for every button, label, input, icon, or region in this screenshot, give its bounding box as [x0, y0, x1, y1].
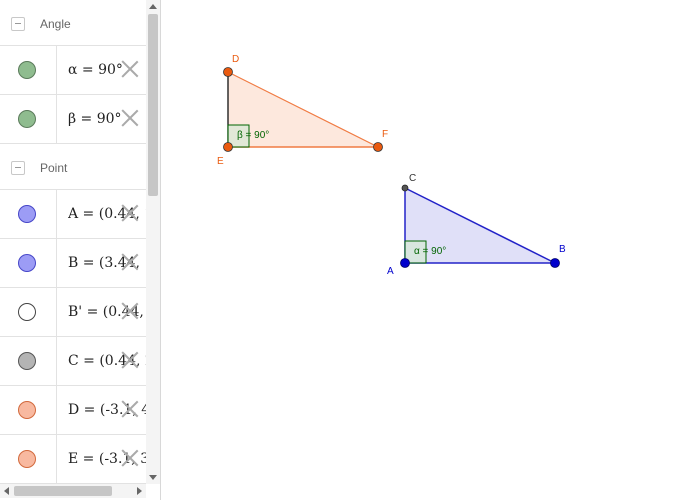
- visibility-marble-icon[interactable]: [18, 303, 36, 321]
- angle-label-alpha: α = 90°: [414, 246, 446, 257]
- scroll-up-icon[interactable]: [149, 4, 157, 9]
- point-f[interactable]: [373, 142, 383, 152]
- point-e[interactable]: [223, 142, 233, 152]
- vertical-scrollbar[interactable]: [146, 0, 160, 484]
- marble-cell: [0, 386, 57, 434]
- algebra-row-D[interactable]: D = (-3.1, 4.: [0, 386, 146, 435]
- marble-cell: [0, 435, 57, 483]
- marble-cell: [0, 288, 57, 336]
- point-c[interactable]: [401, 184, 409, 192]
- label-c: C: [409, 173, 416, 184]
- graphics-view[interactable]: β = 90° D E F α = 90° C A B: [161, 0, 700, 500]
- collapse-icon[interactable]: [11, 17, 25, 31]
- visibility-marble-icon[interactable]: [18, 61, 36, 79]
- marble-cell: [0, 239, 57, 287]
- visibility-marble-icon[interactable]: [18, 450, 36, 468]
- visibility-marble-icon[interactable]: [18, 205, 36, 223]
- delete-icon[interactable]: [121, 60, 139, 78]
- visibility-marble-icon[interactable]: [18, 110, 36, 128]
- delete-icon[interactable]: [121, 204, 139, 222]
- scroll-left-icon[interactable]: [4, 487, 9, 495]
- algebra-row-B[interactable]: B = (3.44, 1: [0, 239, 146, 288]
- triangle-def[interactable]: β = 90° D E F: [217, 54, 388, 167]
- delete-icon[interactable]: [121, 400, 139, 418]
- point-d[interactable]: [223, 67, 233, 77]
- algebra-row-alpha[interactable]: α = 90°: [0, 46, 146, 95]
- scroll-down-icon[interactable]: [149, 475, 157, 480]
- horizontal-scrollbar[interactable]: [0, 484, 146, 498]
- delete-icon[interactable]: [121, 109, 139, 127]
- group-title: Point: [40, 161, 68, 175]
- marble-cell: [0, 190, 57, 238]
- point-b[interactable]: [550, 258, 560, 268]
- delete-icon[interactable]: [121, 253, 139, 271]
- algebra-row-C[interactable]: C = (0.44, 2.: [0, 337, 146, 386]
- algebra-row-E[interactable]: E = (-3.1, 3.: [0, 435, 146, 484]
- delete-icon[interactable]: [121, 449, 139, 467]
- delete-icon[interactable]: [121, 351, 139, 369]
- algebra-row-beta[interactable]: β = 90°: [0, 95, 146, 144]
- marble-cell: [0, 46, 57, 94]
- algebra-rows: Angle α = 90° β = 90° Point A = (0.44, 1: [0, 0, 146, 484]
- collapse-icon[interactable]: [11, 161, 25, 175]
- group-header-angle[interactable]: Angle: [0, 0, 146, 46]
- algebra-row-A[interactable]: A = (0.44, 1: [0, 190, 146, 239]
- marble-cell: [0, 95, 57, 143]
- label-f: F: [382, 129, 388, 140]
- label-b: B: [559, 244, 566, 255]
- label-d: D: [232, 54, 239, 65]
- delete-icon[interactable]: [121, 302, 139, 320]
- scroll-right-icon[interactable]: [137, 487, 142, 495]
- scrollbar-thumb[interactable]: [148, 14, 158, 196]
- graphics-canvas[interactable]: β = 90° D E F α = 90° C A B: [161, 0, 700, 500]
- marble-cell: [0, 337, 57, 385]
- algebra-view: Angle α = 90° β = 90° Point A = (0.44, 1: [0, 0, 161, 500]
- point-a[interactable]: [400, 258, 410, 268]
- scrollbar-thumb[interactable]: [14, 486, 112, 496]
- algebra-row-B-prime[interactable]: B' = (0.44, 4: [0, 288, 146, 337]
- label-a: A: [387, 266, 394, 277]
- visibility-marble-icon[interactable]: [18, 352, 36, 370]
- label-e: E: [217, 156, 224, 167]
- visibility-marble-icon[interactable]: [18, 401, 36, 419]
- triangle-abc[interactable]: α = 90° C A B: [387, 173, 566, 277]
- visibility-marble-icon[interactable]: [18, 254, 36, 272]
- group-title: Angle: [40, 17, 71, 31]
- angle-label-beta: β = 90°: [237, 130, 269, 141]
- group-header-point[interactable]: Point: [0, 144, 146, 190]
